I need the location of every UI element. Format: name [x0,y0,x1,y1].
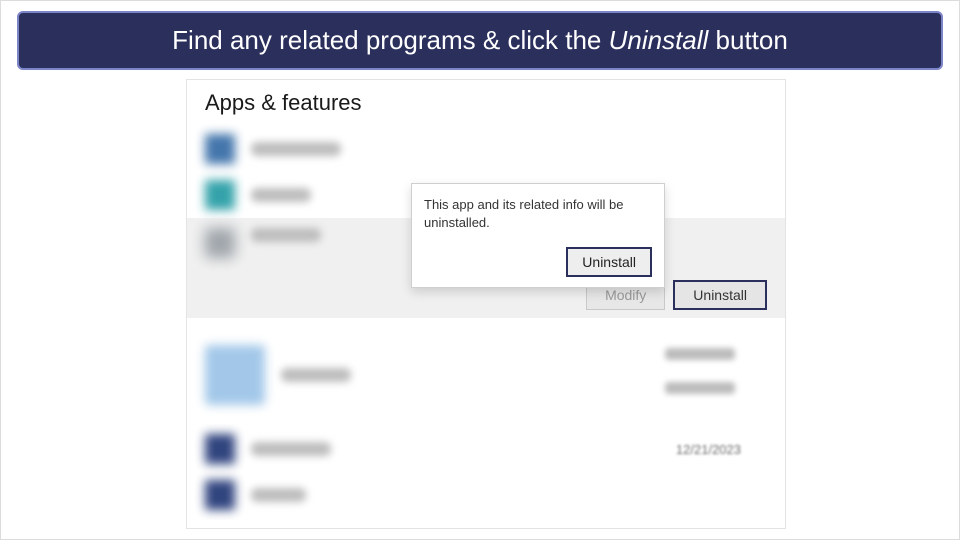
uninstall-confirm-message: This app and its related info will be un… [424,196,652,231]
banner-text-suffix: button [708,25,788,55]
banner-text-prefix: Find any related programs & click the [172,25,608,55]
app-icon [205,180,235,210]
banner-text-emphasis: Uninstall [609,25,709,55]
app-icon [205,228,235,258]
app-icon [205,434,235,464]
instruction-banner: Find any related programs & click the Un… [17,11,943,70]
tutorial-slide: Find any related programs & click the Un… [0,0,960,540]
app-name-blurred [281,368,351,382]
app-icon [205,480,235,510]
app-name-blurred [251,188,311,202]
app-list-item[interactable] [187,472,785,518]
app-install-date: 12/21/2023 [676,442,741,457]
app-list-item[interactable]: 12/21/2023 [187,426,785,472]
app-size-blurred [665,382,735,394]
uninstall-confirm-button[interactable]: Uninstall [566,247,652,277]
app-icon [205,345,265,405]
page-title: Apps & features [187,84,785,126]
uninstall-button[interactable]: Uninstall [673,280,767,310]
apps-features-panel: Apps & features Modify Uninstall [186,79,786,529]
app-icon [205,134,235,164]
app-list-item[interactable] [187,330,785,420]
app-date-blurred [665,348,735,360]
uninstall-confirm-flyout: This app and its related info will be un… [411,183,665,288]
app-name-blurred [251,442,331,456]
app-list-item[interactable] [187,126,785,172]
app-name-blurred [251,228,321,242]
app-name-blurred [251,142,341,156]
app-name-blurred [251,488,306,502]
